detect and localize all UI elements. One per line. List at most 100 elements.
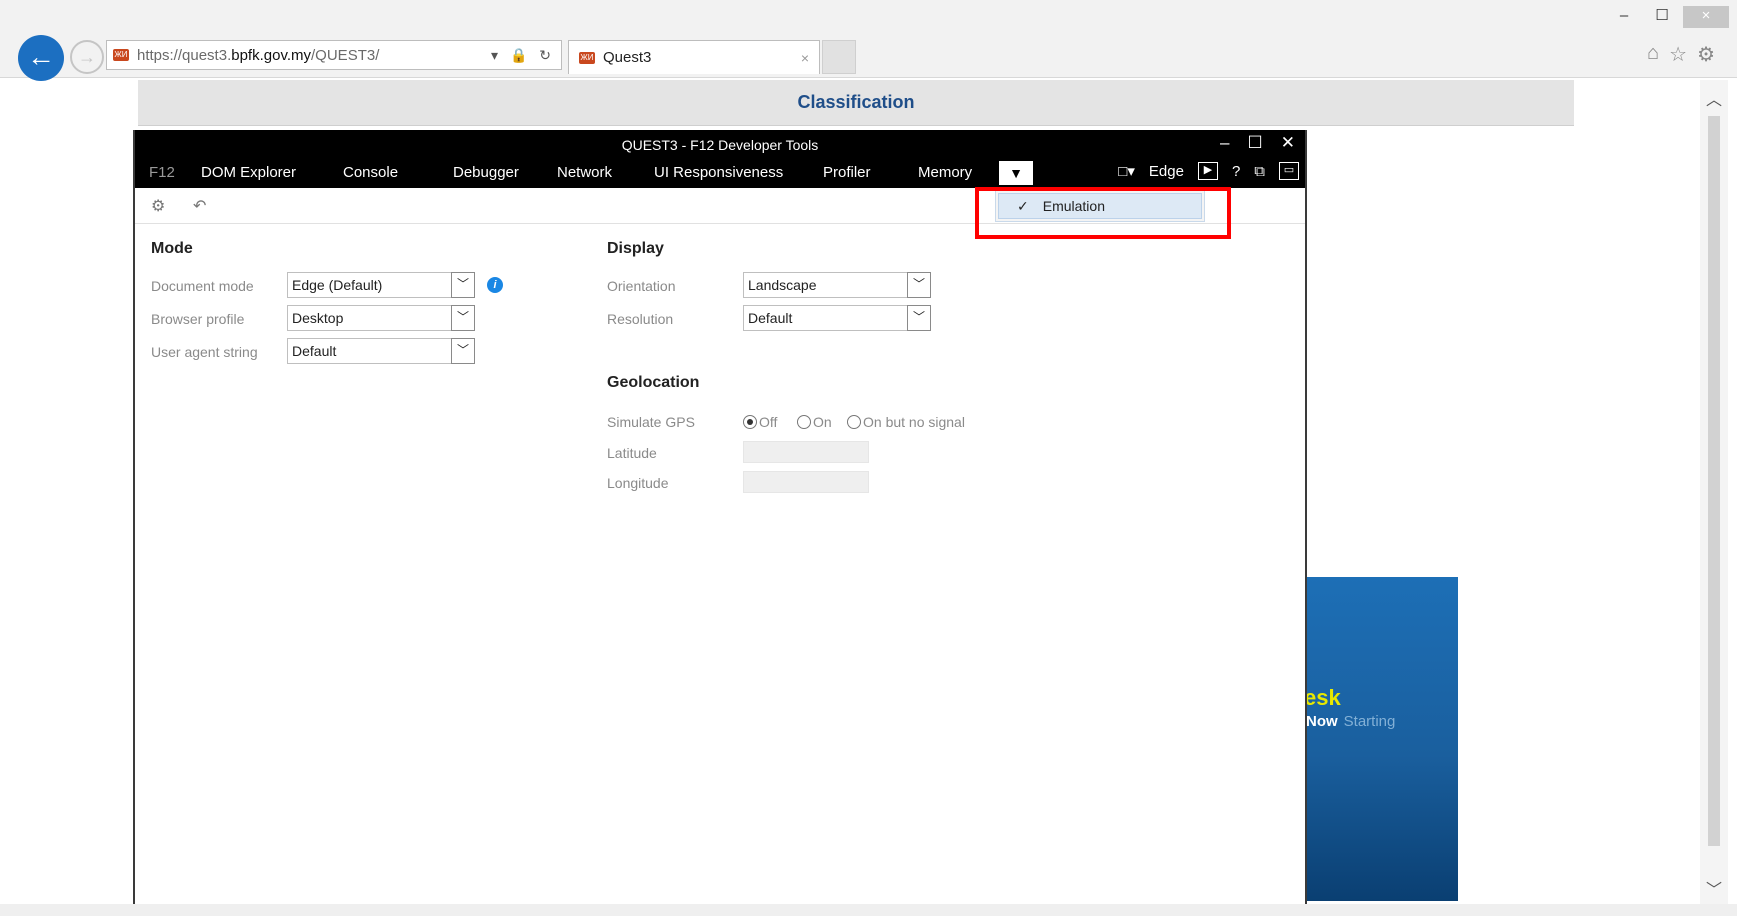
devtools-close-button[interactable]: ✕ [1281,133,1295,153]
radio-icon [847,415,861,429]
tab-title: Quest3 [603,49,652,66]
devtools-title: QUEST3 - F12 Developer Tools [621,137,819,153]
simulate-gps-label: Simulate GPS [607,414,695,430]
url-host-prefix: quest3. [182,46,232,64]
new-tab-button[interactable] [822,40,856,74]
user-agent-select[interactable]: Default ﹀ [287,338,475,364]
gps-no-signal-radio[interactable]: On but no signal [847,414,965,430]
maximize-button[interactable]: ☐ [1645,6,1679,28]
window-controls: – ☐ × [1607,6,1729,28]
tab-network[interactable]: Network [557,164,612,181]
url-scheme: https:// [137,46,183,64]
banner-text: Now Starting [1306,713,1395,730]
devtools-window-controls: – ☐ ✕ [1220,133,1295,153]
page-bottom-strip [0,904,1737,916]
devtools-window: QUEST3 - F12 Developer Tools – ☐ ✕ F12 D… [133,130,1307,916]
gps-no-signal-label: On but no signal [863,414,965,430]
emulation-highlight-box [975,187,1231,239]
address-bar[interactable]: ЖИ https://quest3.bpfk.gov.my/QUEST3/ ▾ … [106,40,562,70]
orientation-select[interactable]: Landscape ﹀ [743,272,931,298]
devtools-minimize-button[interactable]: – [1220,133,1229,153]
user-agent-label: User agent string [151,344,258,360]
tab-favicon-icon: ЖИ [579,51,595,64]
display-heading: Display [607,240,664,257]
chevron-down-icon[interactable]: ﹀ [451,338,475,364]
latitude-input[interactable] [743,441,869,463]
geolocation-heading: Geolocation [607,374,700,391]
devtools-right-toolbar: □▾ Edge ▶ ? ⧉ ▭ [1118,162,1299,180]
browser-profile-value: Desktop [292,310,344,326]
document-mode-value: Edge (Default) [292,277,383,293]
banner-starting: Starting [1343,713,1396,730]
devtools-titlebar: QUEST3 - F12 Developer Tools – ☐ ✕ [135,130,1305,158]
tab-profiler[interactable]: Profiler [823,164,871,181]
devtools-tab-bar: F12 DOM Explorer Console Debugger Networ… [135,158,1305,188]
forward-button[interactable]: → [70,40,104,74]
browser-profile-label: Browser profile [151,311,245,327]
user-agent-value: Default [292,343,337,359]
tab-quest3[interactable]: ЖИ Quest3 × [568,40,820,74]
target-selector[interactable]: Edge [1149,163,1184,180]
scroll-thumb[interactable] [1708,116,1720,846]
favorites-icon[interactable]: ☆ [1669,42,1687,67]
gps-on-label: On [813,414,832,430]
longitude-input[interactable] [743,471,869,493]
orientation-label: Orientation [607,278,676,294]
scroll-up-icon[interactable]: ︿ [1706,86,1722,110]
console-toggle-icon[interactable]: ▶ [1197,162,1218,180]
tab-close-icon[interactable]: × [801,50,809,66]
url-host-main: bpfk.gov.my [231,46,312,64]
tab-memory[interactable]: Memory [918,164,972,181]
address-url[interactable]: https://quest3.bpfk.gov.my/QUEST3/ [137,47,491,64]
home-icon[interactable]: ⌂ [1647,42,1659,67]
latitude-label: Latitude [607,445,657,461]
scroll-down-icon[interactable]: ﹀ [1706,876,1722,900]
tab-ui-responsiveness[interactable]: UI Responsiveness [654,164,783,181]
banner-now: Now [1306,713,1338,730]
tab-f12[interactable]: F12 [149,164,175,181]
chevron-down-icon[interactable]: ﹀ [907,305,931,331]
gps-off-label: Off [759,414,778,430]
page-scrollbar[interactable]: ︿ ﹀ [1700,80,1728,906]
persist-emulation-icon[interactable]: ⚙ [151,196,165,216]
gps-on-radio[interactable]: On [797,414,832,430]
page-header-band: Classification [138,80,1574,126]
tab-debugger[interactable]: Debugger [453,164,519,181]
banner-heading: esk [1304,685,1341,710]
tab-dom-explorer[interactable]: DOM Explorer [201,164,296,181]
document-mode-label: Document mode [151,278,254,294]
help-icon[interactable]: ? [1232,163,1240,180]
chevron-down-icon[interactable]: ﹀ [451,305,475,331]
screen-emulation-icon[interactable]: □▾ [1118,162,1135,180]
chrome-icons: ⌂ ☆ ⚙ [1647,42,1715,67]
document-mode-select[interactable]: Edge (Default) ﹀ [287,272,475,298]
chevron-down-icon[interactable]: ﹀ [451,272,475,298]
page-title: Classification [797,92,915,112]
resolution-select[interactable]: Default ﹀ [743,305,931,331]
undock-icon[interactable]: ⧉ [1254,163,1265,180]
orientation-value: Landscape [748,277,817,293]
close-button[interactable]: × [1683,6,1729,28]
reset-emulation-icon[interactable]: ↶ [193,196,206,216]
browser-chrome: – ☐ × ← → ЖИ https://quest3.bpfk.gov.my/… [0,0,1737,81]
info-icon[interactable]: i [487,277,503,293]
resolution-label: Resolution [607,311,674,327]
more-tools-dropdown-icon[interactable]: ▼ [999,161,1033,185]
address-controls[interactable]: ▾ 🔒 ↻ [491,47,555,64]
longitude-label: Longitude [607,475,669,491]
url-path: /QUEST3/ [311,46,380,64]
minimize-button[interactable]: – [1607,6,1641,28]
chevron-down-icon[interactable]: ﹀ [907,272,931,298]
browser-profile-select[interactable]: Desktop ﹀ [287,305,475,331]
dock-icon[interactable]: ▭ [1279,162,1299,180]
radio-icon [797,415,811,429]
devtools-maximize-button[interactable]: ☐ [1248,133,1263,153]
tab-console[interactable]: Console [343,164,398,181]
site-favicon-icon: ЖИ [113,49,129,61]
promo-banner[interactable]: esk Now Starting [1294,577,1458,901]
back-button[interactable]: ← [18,35,64,81]
settings-icon[interactable]: ⚙ [1697,42,1715,67]
gps-off-radio[interactable]: Off [743,414,777,430]
radio-selected-icon [743,415,757,429]
mode-heading: Mode [151,240,193,257]
